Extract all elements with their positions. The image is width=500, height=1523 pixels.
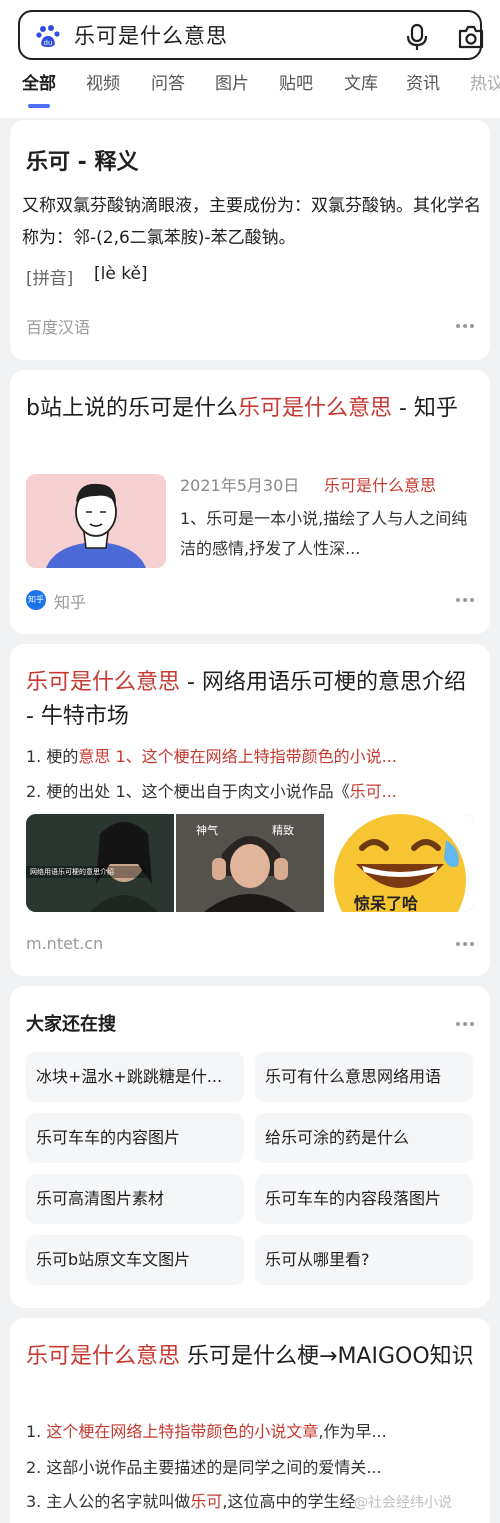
snippet-text: 1. — [26, 1422, 47, 1441]
active-tab-indicator — [28, 104, 50, 108]
tab-hot-discussion[interactable]: 热议 — [470, 72, 500, 96]
related-search-chip[interactable]: 乐可高清图片素材 — [26, 1174, 244, 1224]
result-card-ntet[interactable]: 乐可是什么意思 - 网络用语乐可梗的意思介绍 - 牛特市场 1. 梗的意思 1、… — [10, 644, 490, 976]
source-url[interactable]: m.ntet.cn — [26, 934, 103, 953]
highlight-tag: 乐可是什么意思 — [324, 476, 437, 495]
microphone-icon[interactable] — [404, 23, 430, 51]
snippet-text: 2. 梗的出处 1、这个梗出自于肉文小说作品《 — [26, 782, 350, 801]
related-search-chip[interactable]: 乐可车车的内容图片 — [26, 1113, 244, 1163]
thumbnail-image[interactable] — [26, 474, 166, 568]
image-caption: 精致 — [272, 824, 294, 837]
title-text: b站上说的乐可是什么 — [26, 396, 238, 421]
snippet-line: 2. 这部小说作品主要描述的是同学之间的爱情关... — [26, 1458, 382, 1477]
cartoon-man-illustration — [26, 474, 166, 568]
result-snippet: 1、乐可是一本小说,描绘了人与人之间纯洁的感情,抒发了人性深... — [180, 509, 468, 558]
result-card-zhihu[interactable]: b站上说的乐可是什么乐可是什么意思 - 知乎 2021年5月30日 乐可是什么意… — [10, 370, 490, 634]
related-searches-title: 大家还在搜 — [26, 1014, 116, 1035]
card-title[interactable]: 乐可 - 释义 — [26, 144, 138, 176]
snippet-text: ,作为早... — [318, 1422, 387, 1441]
related-search-chip[interactable]: 乐可b站原文车文图片 — [26, 1235, 244, 1285]
source-name[interactable]: 知乎 — [54, 589, 86, 613]
card-title[interactable]: b站上说的乐可是什么乐可是什么意思 - 知乎 — [26, 392, 476, 426]
movie-still-image — [26, 814, 174, 912]
related-searches-card: 大家还在搜 冰块+温水+跳跳糖是什... 乐可有什么意思网络用语 乐可车车的内容… — [10, 986, 490, 1308]
related-search-chip[interactable]: 乐可有什么意思网络用语 — [255, 1052, 473, 1102]
pinyin-label: [拼音] — [26, 269, 74, 289]
tab-video[interactable]: 视频 — [86, 72, 120, 96]
title-highlight: 乐可是什么意思 — [26, 670, 181, 695]
tab-all[interactable]: 全部 — [22, 72, 56, 96]
related-search-chip[interactable]: 乐可车车的内容段落图片 — [255, 1174, 473, 1224]
tab-news[interactable]: 资讯 — [406, 72, 440, 96]
card-title[interactable]: 乐可是什么意思 - 网络用语乐可梗的意思介绍 - 牛特市场 — [26, 666, 476, 734]
image-caption: 惊呆了哈 — [354, 894, 419, 912]
top-bar: du 乐可是什么意思 全部 视频 问答 图片 贴吧 文库 资讯 热议 — [0, 0, 500, 118]
search-box[interactable]: du 乐可是什么意思 — [18, 10, 485, 60]
source-name[interactable]: 百度汉语 — [26, 314, 90, 338]
publish-date: 2021年5月30日 — [180, 476, 300, 495]
result-image[interactable]: 神气 精致 — [176, 814, 324, 912]
related-search-chip[interactable]: 乐可从哪里看? — [255, 1235, 473, 1285]
title-highlight: 乐可是什么意思 — [237, 396, 392, 421]
snippet-line: 2. 梗的出处 1、这个梗出自于肉文小说作品《乐可... — [26, 780, 476, 804]
snippet-line: 1. 这个梗在网络上特指带颜色的小说文章,作为早... — [26, 1420, 476, 1444]
snippet-highlight: 这个梗在网络上特指带颜色的小说文章 — [46, 1422, 319, 1441]
image-caption: 神气 — [196, 824, 218, 837]
more-options-icon[interactable] — [456, 324, 476, 330]
more-options-icon[interactable] — [456, 942, 476, 948]
snippet-text: ,这位高中的学生经 — [222, 1492, 356, 1511]
title-tail: 乐可是什么梗→MAIGOO知识 — [180, 1344, 474, 1369]
snippet-highlight: 意思 1、这个梗在网络上特指带颜色的小说... — [78, 747, 397, 766]
title-highlight: 乐可是什么意思 — [26, 1344, 181, 1369]
related-search-chip[interactable]: 给乐可涂的药是什么 — [255, 1113, 473, 1163]
snippet-text: 1. 梗的 — [26, 747, 79, 766]
search-input[interactable]: 乐可是什么意思 — [74, 22, 228, 50]
more-options-icon[interactable] — [456, 1022, 476, 1028]
pinyin-value: [lè kě] — [94, 264, 148, 284]
card-title[interactable]: 乐可是什么意思 乐可是什么梗→MAIGOO知识 — [26, 1340, 476, 1374]
svg-text:du: du — [44, 39, 53, 47]
tab-wenku[interactable]: 文库 — [344, 72, 378, 96]
image-caption: 网络用语乐可梗的意思介绍 — [30, 868, 114, 876]
related-search-chip[interactable]: 冰块+温水+跳跳糖是什... — [26, 1052, 244, 1102]
result-image[interactable]: 惊呆了哈 — [326, 814, 474, 912]
snippet-highlight: 乐可... — [349, 782, 397, 801]
result-image[interactable]: 网络用语乐可梗的意思介绍 — [26, 814, 174, 912]
snippet-text: 3. 主人公的名字就叫做 — [26, 1492, 191, 1511]
search-tabs: 全部 视频 问答 图片 贴吧 文库 资讯 热议 — [0, 70, 500, 110]
more-options-icon[interactable] — [456, 598, 476, 604]
tab-images[interactable]: 图片 — [215, 72, 249, 96]
baidu-paw-icon: du — [36, 25, 60, 47]
result-card-maigoo[interactable]: 乐可是什么意思 乐可是什么梗→MAIGOO知识 1. 这个梗在网络上特指带颜色的… — [10, 1318, 490, 1523]
snippet-line: 1. 梗的意思 1、这个梗在网络上特指带颜色的小说... — [26, 745, 476, 769]
snippet-highlight: 乐可 — [190, 1492, 223, 1511]
result-card-definition[interactable]: 乐可 - 释义 又称双氯芬酸钠滴眼液，主要成份为：双氯芬酸钠。其化学名称为：邻-… — [10, 120, 490, 360]
camera-icon[interactable] — [457, 24, 485, 50]
title-tail: - 知乎 — [391, 396, 458, 421]
tab-tieba[interactable]: 贴吧 — [279, 72, 313, 96]
tab-qa[interactable]: 问答 — [151, 72, 185, 96]
card-description: 又称双氯芬酸钠滴眼液，主要成份为：双氯芬酸钠。其化学名称为：邻-(2,6二氯苯胺… — [22, 196, 481, 248]
zhihu-logo-icon: 知乎 — [26, 590, 46, 610]
watermark: @社会经纬小说 — [354, 1495, 452, 1511]
